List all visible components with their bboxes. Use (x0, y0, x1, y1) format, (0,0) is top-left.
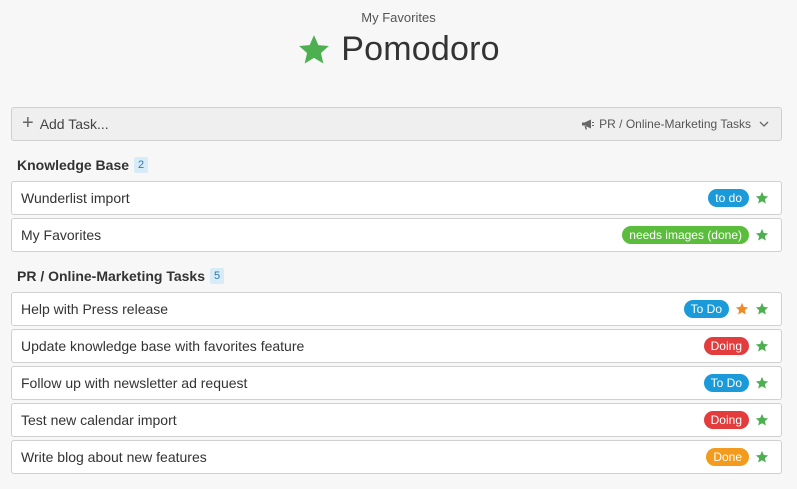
list-selector-label: PR / Online-Marketing Tasks (599, 117, 751, 131)
section-count-badge: 2 (134, 157, 149, 173)
task-name: Wunderlist import (21, 190, 130, 206)
favorite-star-icon[interactable] (755, 228, 769, 242)
add-task-bar: + Add Task... PR / Online-Marketing Task… (11, 107, 782, 141)
section-header[interactable]: PR / Online-Marketing Tasks 5 (17, 268, 225, 284)
status-tag[interactable]: To Do (683, 300, 729, 318)
page-title-container: Pomodoro (0, 30, 797, 69)
task-meta: Done (706, 448, 769, 466)
star-icon[interactable] (297, 33, 331, 67)
task-meta: To Do (683, 300, 769, 318)
status-tag[interactable]: Doing (703, 337, 749, 355)
task-name: Write blog about new features (21, 449, 207, 465)
section-title: PR / Online-Marketing Tasks (17, 268, 206, 284)
task-row[interactable]: Test new calendar import Doing (11, 403, 782, 437)
task-name: Follow up with newsletter ad request (21, 375, 248, 391)
favorite-star-icon[interactable] (755, 413, 769, 427)
breadcrumb[interactable]: My Favorites (0, 10, 797, 25)
chevron-down-icon (759, 121, 769, 127)
task-meta: Doing (703, 411, 769, 429)
task-meta: to do (708, 189, 769, 207)
section-title: Knowledge Base (17, 157, 130, 173)
favorite-star-icon[interactable] (755, 376, 769, 390)
priority-star-icon[interactable] (735, 302, 749, 316)
favorite-star-icon[interactable] (755, 191, 769, 205)
task-row[interactable]: Wunderlist import to do (11, 181, 782, 215)
section-count-badge: 5 (210, 268, 225, 284)
task-meta: needs images (done) (622, 226, 769, 244)
status-tag[interactable]: to do (708, 189, 749, 207)
status-tag[interactable]: To Do (703, 374, 749, 392)
favorite-star-icon[interactable] (755, 339, 769, 353)
status-tag[interactable]: Doing (703, 411, 749, 429)
task-row[interactable]: Follow up with newsletter ad request To D… (11, 366, 782, 400)
task-row[interactable]: My Favorites needs images (done) (11, 218, 782, 252)
megaphone-icon (582, 119, 595, 129)
task-name: My Favorites (21, 227, 102, 243)
task-name: Update knowledge base with favorites fea… (21, 338, 305, 354)
section-header[interactable]: Knowledge Base 2 (17, 157, 149, 173)
add-task-button[interactable]: + Add Task... (22, 112, 109, 134)
status-tag[interactable]: Done (706, 448, 749, 466)
task-row[interactable]: Help with Press release To Do (11, 292, 782, 326)
add-task-label: Add Task... (39, 116, 109, 132)
task-name: Help with Press release (21, 301, 169, 317)
page-title: Pomodoro (341, 30, 500, 68)
plus-icon: + (22, 112, 34, 134)
favorite-star-icon[interactable] (755, 302, 769, 316)
list-selector-dropdown[interactable]: PR / Online-Marketing Tasks (582, 117, 769, 131)
favorite-star-icon[interactable] (755, 450, 769, 464)
status-tag[interactable]: needs images (done) (622, 226, 749, 244)
task-row[interactable]: Write blog about new features Done (11, 440, 782, 474)
task-name: Test new calendar import (21, 412, 177, 428)
task-meta: To Do (703, 374, 769, 392)
task-row[interactable]: Update knowledge base with favorites fea… (11, 329, 782, 363)
task-meta: Doing (703, 337, 769, 355)
